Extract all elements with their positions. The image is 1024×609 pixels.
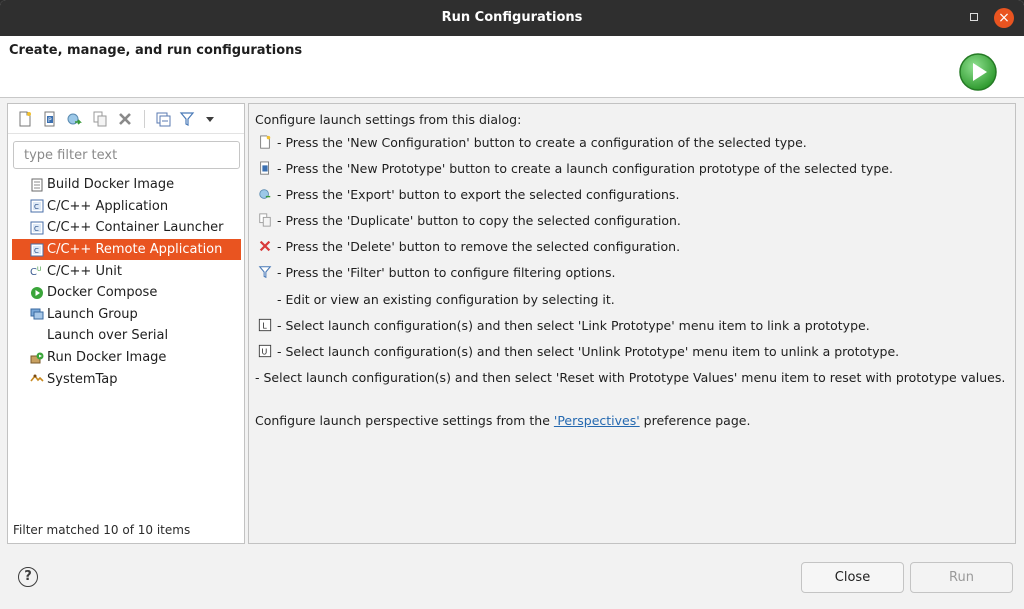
help-line-text: - Select launch configuration(s) and the… — [277, 317, 870, 333]
tree-item-launch-over-serial[interactable]: Launch over Serial — [12, 325, 241, 347]
tree-item-label: Docker Compose — [47, 285, 158, 301]
intro-text: Configure launch settings from this dial… — [255, 112, 522, 127]
tree-item-label: Launch over Serial — [47, 328, 169, 344]
perspectives-link[interactable]: 'Perspectives' — [554, 413, 640, 428]
help-line-duplicate: - Press the 'Duplicate' button to copy t… — [257, 211, 681, 229]
run-button[interactable]: Run — [910, 562, 1013, 593]
tree-item-label: C/C++ Remote Application — [47, 242, 223, 258]
svg-text:C: C — [34, 247, 39, 255]
configuration-tree: Build Docker Image C C/C++ Application C… — [12, 174, 241, 390]
help-line-text: - Select launch configuration(s) and the… — [277, 343, 900, 359]
toolbar-separator — [144, 110, 145, 128]
svg-text:C: C — [34, 203, 39, 211]
tree-item-systemtap[interactable]: SystemTap — [12, 368, 241, 390]
header-title: Create, manage, and run configurations — [9, 43, 303, 58]
help-line-text: - Press the 'Export' button to export th… — [277, 186, 680, 202]
c-unit-icon: CU — [30, 264, 44, 278]
tree-item-c-cpp-container-launcher[interactable]: C C/C++ Container Launcher — [12, 217, 241, 239]
filter-icon[interactable] — [179, 111, 195, 127]
help-line-filter: - Press the 'Filter' button to configure… — [257, 263, 615, 281]
perspective-settings-text: Configure launch perspective settings fr… — [255, 413, 750, 428]
list-toolbar: P — [8, 104, 244, 134]
launch-group-icon — [30, 307, 44, 321]
tree-item-run-docker-image[interactable]: Run Docker Image — [12, 347, 241, 369]
tree-item-build-docker-image[interactable]: Build Docker Image — [12, 174, 241, 196]
help-line-text: - Press the 'New Prototype' button to cr… — [277, 160, 893, 176]
tree-item-label: C/C++ Container Launcher — [47, 220, 224, 236]
new-prototype-icon — [257, 160, 273, 176]
svg-text:P: P — [48, 117, 52, 124]
c-app-icon: C — [30, 243, 44, 257]
help-line-text: - Press the 'New Configuration' button t… — [277, 134, 807, 150]
tree-item-label: C/C++ Application — [47, 198, 169, 214]
help-line-reset-prototype: - Select launch configuration(s) and the… — [255, 368, 1005, 386]
help-line-unlink-prototype: U - Select launch configuration(s) and t… — [257, 342, 899, 360]
maximize-button[interactable] — [970, 13, 978, 21]
help-line-new-prototype: - Press the 'New Prototype' button to cr… — [257, 159, 893, 177]
configuration-list-panel: P Build Docker Image C C/C++ Application… — [7, 103, 245, 544]
tree-item-c-cpp-application[interactable]: C C/C++ Application — [12, 196, 241, 218]
svg-text:U: U — [37, 266, 41, 273]
dialog-header: Create, manage, and run configurations — [0, 36, 1024, 98]
tree-item-label: Build Docker Image — [47, 177, 175, 193]
title-bar: Run Configurations × — [0, 0, 1024, 36]
filter-status: Filter matched 10 of 10 items — [13, 523, 191, 537]
view-menu-icon[interactable] — [202, 111, 218, 127]
systemtap-icon — [30, 372, 44, 386]
run-configurations-dialog: Run Configurations × Create, manage, and… — [0, 0, 1024, 609]
link-prototype-icon: L — [257, 317, 273, 333]
docker-compose-icon — [30, 286, 44, 300]
blank-icon — [30, 329, 44, 343]
export-icon[interactable] — [66, 111, 82, 127]
collapse-all-icon[interactable] — [155, 111, 171, 127]
new-configuration-icon[interactable] — [17, 111, 33, 127]
duplicate-icon[interactable] — [92, 111, 108, 127]
tree-item-label: Launch Group — [47, 306, 138, 322]
duplicate-icon — [257, 212, 273, 228]
delete-icon[interactable] — [117, 111, 133, 127]
help-line-text: - Select launch configuration(s) and the… — [255, 369, 1006, 385]
docker-run-icon — [30, 351, 44, 365]
help-button[interactable]: ? — [18, 567, 38, 587]
svg-text:C: C — [34, 225, 39, 233]
tree-item-c-cpp-remote-application[interactable]: C C/C++ Remote Application — [12, 238, 241, 261]
help-line-text: - Edit or view an existing configuration… — [277, 291, 615, 307]
close-window-button[interactable]: × — [994, 8, 1014, 28]
help-line-export: - Press the 'Export' button to export th… — [257, 185, 679, 203]
c-app-icon: C — [30, 221, 44, 235]
tree-item-c-cpp-unit[interactable]: CU C/C++ Unit — [12, 260, 241, 282]
perspective-prefix: Configure launch perspective settings fr… — [255, 413, 554, 428]
svg-text:L: L — [262, 322, 267, 331]
tree-item-docker-compose[interactable]: Docker Compose — [12, 282, 241, 304]
tree-item-label: C/C++ Unit — [47, 263, 122, 279]
new-configuration-icon — [257, 134, 273, 150]
docker-build-icon — [30, 178, 44, 192]
help-line-text: - Press the 'Delete' button to remove th… — [277, 238, 681, 254]
perspective-suffix: preference page. — [639, 413, 751, 428]
tree-item-launch-group[interactable]: Launch Group — [12, 304, 241, 326]
help-line-text: - Press the 'Duplicate' button to copy t… — [277, 212, 681, 228]
help-line-link-prototype: L - Select launch configuration(s) and t… — [257, 316, 870, 334]
c-app-icon: C — [30, 199, 44, 213]
svg-text:C: C — [30, 267, 37, 278]
unlink-prototype-icon: U — [257, 343, 273, 359]
filter-input[interactable] — [13, 141, 240, 169]
export-icon — [257, 186, 273, 202]
filter-icon — [257, 264, 273, 280]
tree-item-label: Run Docker Image — [47, 350, 167, 366]
run-icon — [959, 53, 997, 91]
help-line-new-configuration: - Press the 'New Configuration' button t… — [257, 133, 807, 151]
close-button[interactable]: Close — [801, 562, 904, 593]
window-title: Run Configurations — [441, 10, 583, 25]
configuration-details-panel: Configure launch settings from this dial… — [248, 103, 1016, 544]
svg-text:U: U — [262, 348, 268, 357]
tree-item-label: SystemTap — [47, 371, 118, 387]
help-line-edit: - Edit or view an existing configuration… — [277, 290, 615, 308]
new-prototype-icon[interactable]: P — [42, 111, 58, 127]
help-line-delete: - Press the 'Delete' button to remove th… — [257, 237, 680, 255]
delete-icon — [257, 238, 273, 254]
help-line-text: - Press the 'Filter' button to configure… — [277, 264, 616, 280]
